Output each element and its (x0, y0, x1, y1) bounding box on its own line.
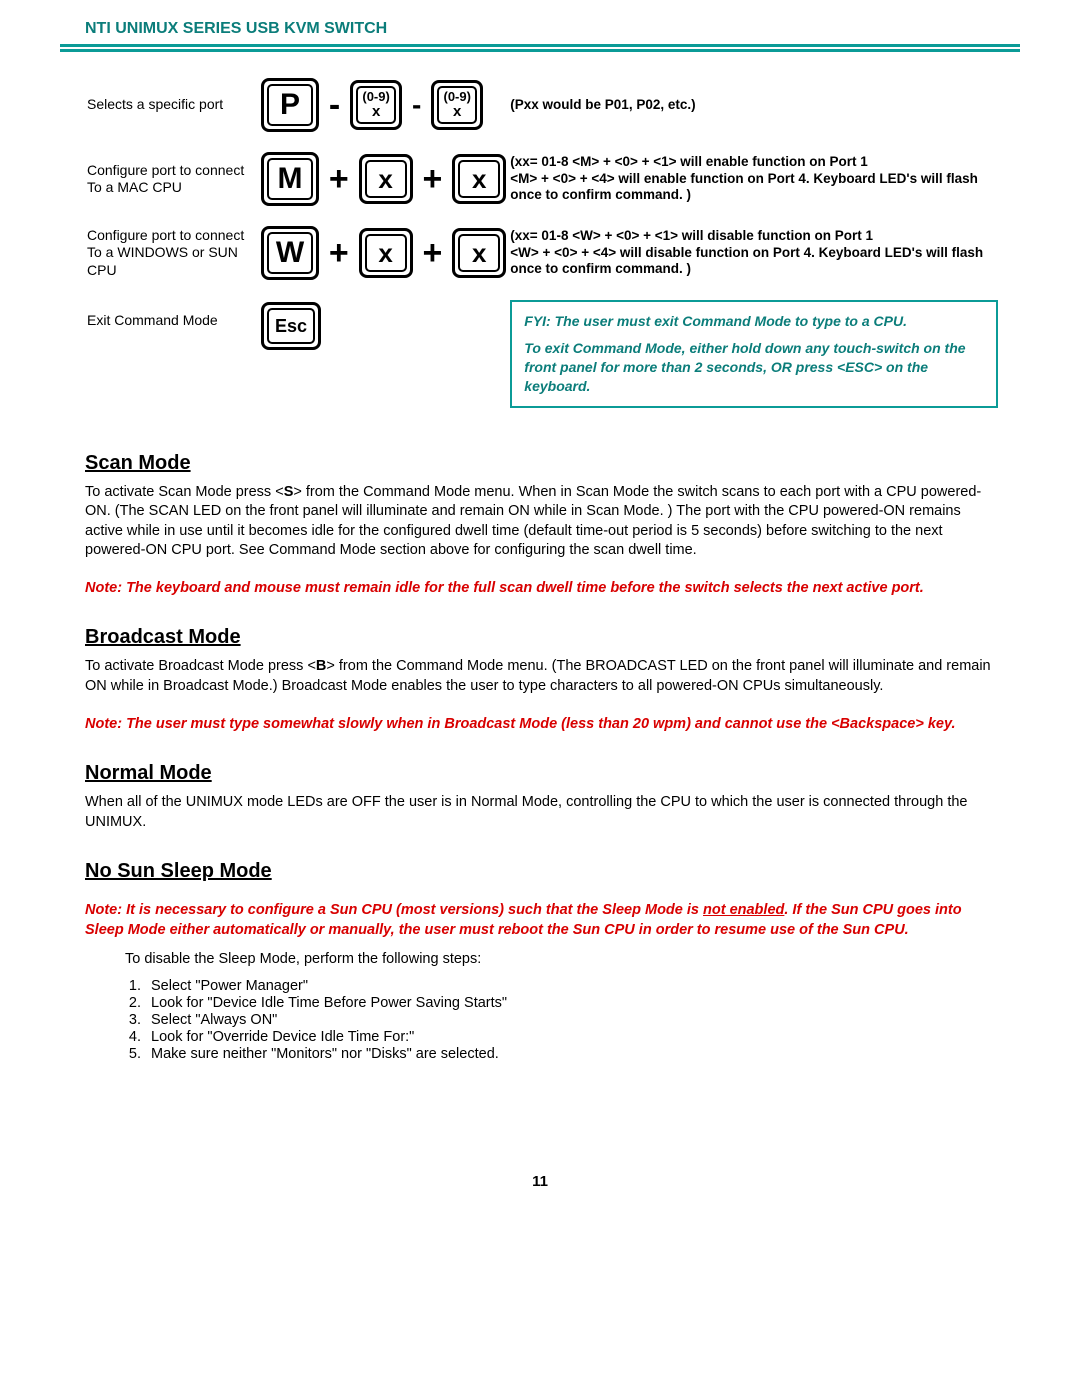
plus-icon: + (325, 236, 353, 270)
cmd-note: (Pxx would be P01, P02, etc.) (510, 74, 998, 146)
keycap-digit-icon: (0-9)x (431, 80, 483, 129)
section-normal-title: Normal Mode (85, 762, 1000, 785)
section-normal-body: When all of the UNIMUX mode LEDs are OFF… (85, 793, 1000, 832)
cmd-note: (xx= 01-8 <M> + <0> + <1> will enable fu… (510, 148, 998, 220)
command-table: Selects a specific port P - (0-9)x - (0-… (85, 72, 1000, 424)
cmd-keys: M + x + x (259, 148, 508, 220)
page-number: 11 (0, 1103, 1080, 1210)
section-broadcast-title: Broadcast Mode (85, 626, 1000, 649)
section-scan-note: Note: The keyboard and mouse must remain… (85, 579, 1000, 599)
cmd-keys: Esc (259, 296, 508, 422)
cmd-desc: Configure port to connect To a MAC CPU (87, 148, 257, 220)
cmd-note: (xx= 01-8 <W> + <0> + <1> will disable f… (510, 222, 998, 294)
fyi-line2: To exit Command Mode, either hold down a… (524, 339, 984, 396)
keycap-x-icon: x (359, 228, 413, 278)
cmd-keys: P - (0-9)x - (0-9)x (259, 74, 508, 146)
page-content: Selects a specific port P - (0-9)x - (0-… (0, 52, 1080, 1103)
plus-icon: + (419, 162, 447, 196)
keycap-x-icon: x (452, 228, 506, 278)
keycap-w-icon: W (261, 226, 319, 280)
cmd-keys: W + x + x (259, 222, 508, 294)
header-title: NTI UNIMUX SERIES USB KVM SWITCH (85, 20, 387, 37)
cmd-row-exit: Exit Command Mode Esc FYI: The user must… (87, 296, 998, 422)
fyi-line1: FYI: The user must exit Command Mode to … (524, 312, 984, 331)
steps-list: Select "Power Manager" Look for "Device … (145, 978, 1000, 1062)
manual-page: NTI UNIMUX SERIES USB KVM SWITCH Selects… (0, 0, 1080, 1210)
header-rule (0, 38, 1080, 52)
steps-intro: To disable the Sleep Mode, perform the f… (125, 950, 1000, 970)
keycap-m-icon: M (261, 152, 319, 206)
cmd-fyi: FYI: The user must exit Command Mode to … (510, 296, 998, 422)
cmd-desc: Selects a specific port (87, 74, 257, 146)
step-item: Select "Power Manager" (145, 978, 1000, 994)
plus-icon: + (325, 162, 353, 196)
fyi-box: FYI: The user must exit Command Mode to … (510, 300, 998, 408)
dash-icon: - (325, 88, 344, 122)
keycap-x-icon: x (452, 154, 506, 204)
section-nosun-title: No Sun Sleep Mode (85, 860, 1000, 883)
cmd-desc: Configure port to connect To a WINDOWS o… (87, 222, 257, 294)
step-item: Select "Always ON" (145, 1012, 1000, 1028)
dash-icon: - (408, 91, 425, 119)
keycap-esc-icon: Esc (261, 302, 321, 350)
step-item: Look for "Device Idle Time Before Power … (145, 995, 1000, 1011)
section-broadcast-note: Note: The user must type somewhat slowly… (85, 715, 1000, 735)
step-item: Make sure neither "Monitors" nor "Disks"… (145, 1046, 1000, 1062)
step-item: Look for "Override Device Idle Time For:… (145, 1029, 1000, 1045)
keycap-x-icon: x (359, 154, 413, 204)
section-nosun-note: Note: It is necessary to configure a Sun… (85, 901, 1000, 940)
keycap-p-icon: P (261, 78, 319, 132)
cmd-row-mac: Configure port to connect To a MAC CPU M… (87, 148, 998, 220)
cmd-row-windows-sun: Configure port to connect To a WINDOWS o… (87, 222, 998, 294)
keycap-digit-icon: (0-9)x (350, 80, 402, 129)
plus-icon: + (419, 236, 447, 270)
cmd-desc: Exit Command Mode (87, 296, 257, 422)
cmd-row-select-port: Selects a specific port P - (0-9)x - (0-… (87, 74, 998, 146)
section-scan-title: Scan Mode (85, 452, 1000, 475)
page-header: NTI UNIMUX SERIES USB KVM SWITCH (0, 0, 1080, 38)
section-scan-body: To activate Scan Mode press <S> from the… (85, 483, 1000, 561)
section-broadcast-body: To activate Broadcast Mode press <B> fro… (85, 657, 1000, 696)
